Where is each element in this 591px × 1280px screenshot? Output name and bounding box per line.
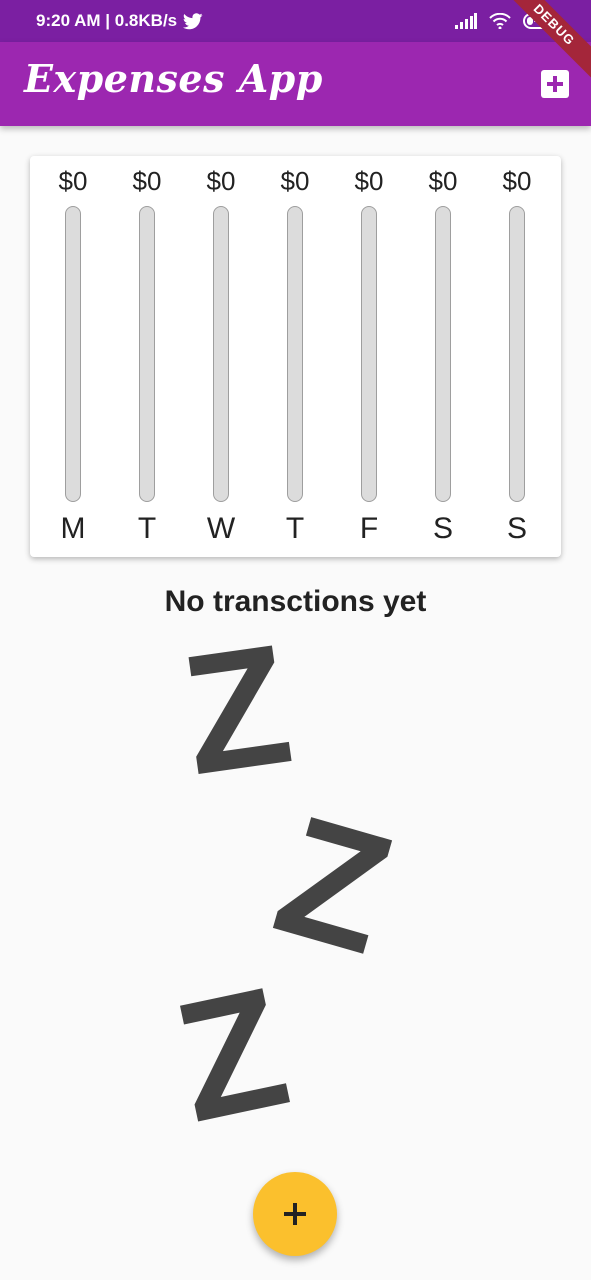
weekly-chart-card: $0 M $0 T $0 W $0 T $0 F $0 S $0 S: [30, 156, 561, 557]
add-fab-button[interactable]: [253, 1172, 337, 1256]
bar-track: [139, 206, 155, 502]
bar-day-label: S: [432, 512, 453, 545]
bar-amount-label: $0: [58, 166, 88, 196]
bar-amount-label: $0: [428, 166, 458, 196]
signal-icon: [455, 13, 477, 29]
bar-day-label: T: [285, 512, 305, 545]
bar-amount-label: $0: [354, 166, 384, 196]
bar-day-label: T: [137, 512, 157, 545]
wifi-icon: [489, 13, 511, 29]
bar-day-label: S: [506, 512, 527, 545]
chart-bar-group: $0 M: [36, 156, 110, 557]
chart-bar-group: $0 T: [110, 156, 184, 557]
bar-amount-label: $0: [132, 166, 162, 196]
z-letter-middle: Z: [257, 779, 411, 991]
bar-day-label: F: [359, 512, 379, 545]
status-time-speed: 9:20 AM | 0.8KB/s: [36, 11, 178, 30]
bar-track: [435, 206, 451, 502]
bar-track: [65, 206, 81, 502]
chart-bar-group: $0 W: [184, 156, 258, 557]
app-title: Expenses App: [24, 56, 323, 101]
chart-bar-group: $0 S: [480, 156, 554, 557]
bar-day-label: M: [60, 512, 86, 545]
bar-track: [361, 206, 377, 502]
bar-day-label: W: [206, 512, 236, 545]
status-left: 9:20 AM | 0.8KB/s: [36, 0, 203, 42]
status-bar: 9:20 AM | 0.8KB/s 23: [0, 0, 591, 42]
bar-amount-label: $0: [206, 166, 236, 196]
bar-amount-label: $0: [280, 166, 310, 196]
chart-bar-group: $0 S: [406, 156, 480, 557]
twitter-icon: [183, 12, 203, 29]
chart-bar-group: $0 F: [332, 156, 406, 557]
bar-amount-label: $0: [502, 166, 532, 196]
empty-state-message: No transctions yet: [164, 585, 427, 618]
add-transaction-icon-button[interactable]: [541, 70, 569, 98]
chart-bar-group: $0 T: [258, 156, 332, 557]
z-letter-top: Z: [172, 608, 302, 812]
bar-track: [287, 206, 303, 502]
z-letter-bottom: Z: [161, 951, 303, 1159]
app-bar: Expenses App: [0, 42, 591, 126]
bar-track: [509, 206, 525, 502]
bar-track: [213, 206, 229, 502]
